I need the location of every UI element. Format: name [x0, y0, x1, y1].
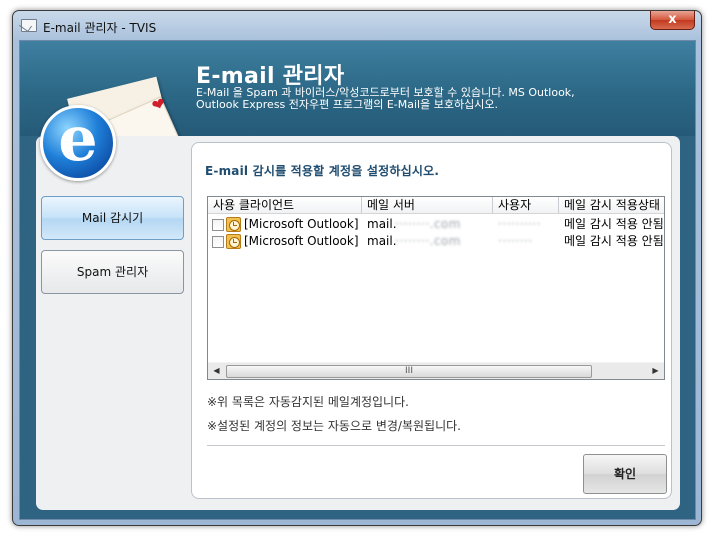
column-header-user[interactable]: 사용자	[493, 197, 559, 213]
client-area: E-mail 관리자 E-Mail 을 Spam 과 바이러스/악성코드로부터 …	[19, 40, 696, 520]
page-description: E-Mail 을 Spam 과 바이러스/악성코드로부터 보호할 수 있습니다.…	[196, 86, 575, 111]
divider	[207, 445, 665, 446]
account-list[interactable]: 사용 클라이언트 메일 서버 사용자 메일 감시 적용상태 [Microsoft…	[207, 196, 665, 380]
title-bar[interactable]: E-mail 관리자 - TVIS x	[13, 11, 701, 41]
column-header-server[interactable]: 메일 서버	[362, 197, 493, 213]
spam-manager-button[interactable]: Spam 관리자	[41, 250, 184, 294]
scroll-thumb[interactable]: III	[226, 365, 592, 378]
scroll-left-icon[interactable]: ◀	[208, 363, 225, 379]
note-auto-restore: ※설정된 계정의 정보는 자동으로 변경/복원됩니다.	[207, 419, 461, 433]
server-cell-masked: ········.com	[395, 234, 461, 248]
client-cell: [Microsoft Outlook]	[244, 234, 359, 248]
email-logo-icon	[40, 102, 116, 181]
mail-icon	[21, 19, 37, 32]
server-cell-prefix: mail.	[367, 234, 397, 248]
status-cell: 메일 감시 적용 안됨	[564, 234, 664, 248]
table-row[interactable]: [Microsoft Outlook] mail. ········.com ·…	[208, 233, 664, 250]
server-cell-masked: ········.com	[395, 217, 461, 231]
mail-monitor-button[interactable]: Mail 감시기	[41, 196, 184, 240]
settings-panel: E-mail 감시를 적용할 계정을 설정하십시오. 사용 클라이언트 메일 서…	[191, 142, 672, 499]
close-button[interactable]: x	[650, 11, 695, 30]
schedule-icon	[226, 234, 241, 249]
column-header-client[interactable]: 사용 클라이언트	[208, 197, 362, 213]
scroll-right-icon[interactable]: ▶	[647, 363, 664, 379]
panel-heading: E-mail 감시를 적용할 계정을 설정하십시오.	[205, 164, 440, 178]
schedule-icon	[226, 217, 241, 232]
list-header: 사용 클라이언트 메일 서버 사용자 메일 감시 적용상태	[208, 197, 664, 214]
note-auto-detected: ※위 목록은 자동감지된 메일계정입니다.	[207, 395, 409, 409]
user-cell-masked: ········	[498, 234, 533, 248]
row-checkbox[interactable]	[212, 219, 224, 231]
app-window: E-mail 관리자 - TVIS x E-mail 관리자 E-Mail 을 …	[12, 10, 702, 526]
table-row[interactable]: [Microsoft Outlook] mail. ········.com ·…	[208, 216, 664, 233]
horizontal-scrollbar[interactable]: ◀ III ▶	[208, 362, 664, 379]
column-header-status[interactable]: 메일 감시 적용상태	[559, 197, 664, 213]
row-checkbox[interactable]	[212, 236, 224, 248]
status-cell: 메일 감시 적용 안됨	[564, 217, 664, 231]
window-title: E-mail 관리자 - TVIS	[43, 21, 157, 35]
client-cell: [Microsoft Outlook]	[244, 217, 359, 231]
server-cell-prefix: mail.	[367, 217, 397, 231]
ok-button[interactable]: 확인	[583, 454, 667, 494]
user-cell-masked: ··········	[498, 217, 542, 231]
